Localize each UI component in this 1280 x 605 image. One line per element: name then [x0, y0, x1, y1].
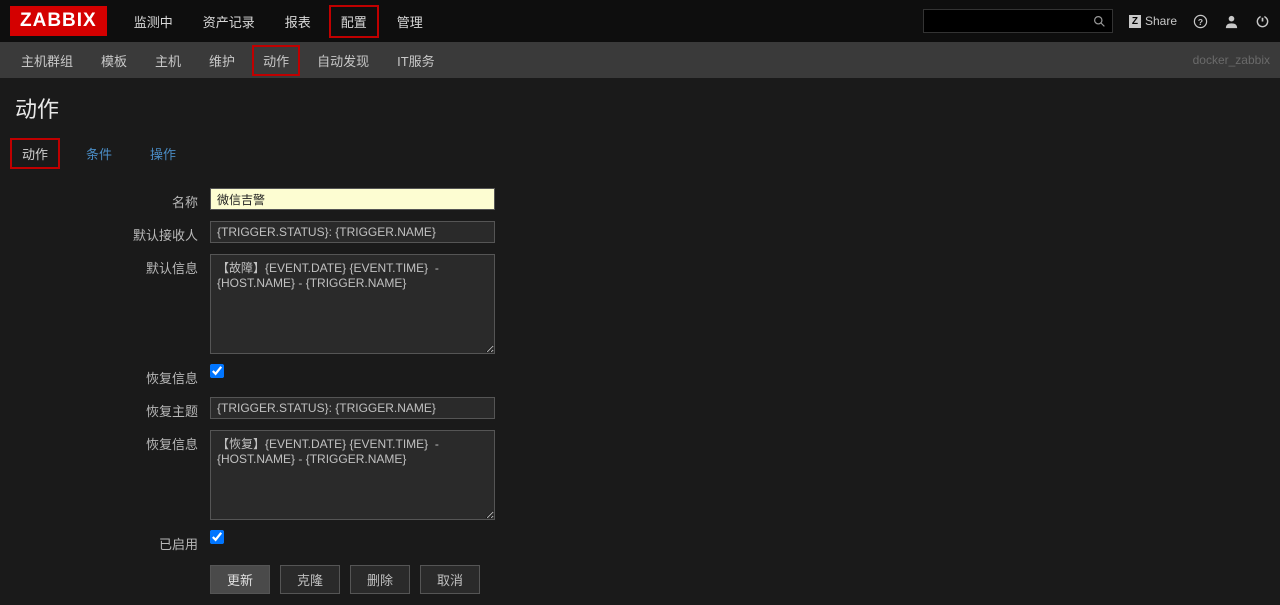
row-name: 名称	[0, 188, 1280, 211]
search-icon	[1093, 15, 1106, 28]
hostname-label: docker_zabbix	[1193, 53, 1270, 67]
row-default-recipient: 默认接收人	[0, 221, 1280, 244]
default-info-textarea[interactable]	[210, 254, 495, 354]
main-nav: ZABBIX 监测中 资产记录 报表 配置 管理 Z Share ?	[0, 0, 1280, 42]
label-enabled: 已启用	[0, 530, 210, 553]
subnav-hosts[interactable]: 主机	[144, 45, 192, 76]
update-button[interactable]: 更新	[210, 565, 270, 594]
subnav-templates[interactable]: 模板	[90, 45, 138, 76]
label-name: 名称	[0, 188, 210, 211]
row-recovery-topic: 恢复主题	[0, 397, 1280, 420]
nav-reports[interactable]: 报表	[273, 5, 323, 38]
nav-inventory[interactable]: 资产记录	[191, 5, 267, 38]
share-label: Share	[1145, 14, 1177, 28]
enabled-checkbox[interactable]	[210, 530, 224, 544]
delete-button[interactable]: 删除	[350, 565, 410, 594]
nav-right: Z Share ?	[923, 9, 1270, 33]
tab-action[interactable]: 动作	[10, 138, 60, 169]
help-icon[interactable]: ?	[1193, 14, 1208, 29]
page-title: 动作	[0, 78, 1280, 138]
nav-configuration[interactable]: 配置	[329, 5, 379, 38]
svg-text:?: ?	[1198, 16, 1203, 26]
nav-administration[interactable]: 管理	[385, 5, 435, 38]
form-tabs: 动作 条件 操作	[0, 138, 1280, 170]
main-nav-items: 监测中 资产记录 报表 配置 管理	[122, 5, 923, 38]
row-recovery-info-text: 恢复信息	[0, 430, 1280, 520]
tab-conditions[interactable]: 条件	[74, 138, 124, 169]
power-icon[interactable]	[1255, 14, 1270, 29]
recovery-info-checkbox[interactable]	[210, 364, 224, 378]
subnav-actions[interactable]: 动作	[252, 45, 300, 76]
zabbix-logo[interactable]: ZABBIX	[10, 6, 107, 36]
subnav-itservices[interactable]: IT服务	[386, 45, 446, 76]
row-default-info: 默认信息	[0, 254, 1280, 354]
row-recovery-info-checkbox: 恢复信息	[0, 364, 1280, 387]
user-icon[interactable]	[1224, 14, 1239, 29]
label-recovery-info: 恢复信息	[0, 364, 210, 387]
label-default-recipient: 默认接收人	[0, 221, 210, 244]
clone-button[interactable]: 克隆	[280, 565, 340, 594]
sub-nav: 主机群组 模板 主机 维护 动作 自动发现 IT服务 docker_zabbix	[0, 42, 1280, 78]
subnav-maintenance[interactable]: 维护	[198, 45, 246, 76]
action-form: 名称 默认接收人 默认信息 恢复信息 恢复主题 恢复信息 已启用 更新 克隆 删…	[0, 170, 1280, 594]
label-recovery-topic: 恢复主题	[0, 397, 210, 420]
recovery-info-textarea[interactable]	[210, 430, 495, 520]
row-enabled: 已启用	[0, 530, 1280, 553]
tab-operations[interactable]: 操作	[138, 138, 188, 169]
name-input[interactable]	[210, 188, 495, 210]
cancel-button[interactable]: 取消	[420, 565, 480, 594]
share-z-icon: Z	[1129, 15, 1141, 28]
default-recipient-input[interactable]	[210, 221, 495, 243]
subnav-discovery[interactable]: 自动发现	[306, 45, 380, 76]
search-input[interactable]	[923, 9, 1113, 33]
subnav-hostgroups[interactable]: 主机群组	[10, 45, 84, 76]
label-recovery-info-text: 恢复信息	[0, 430, 210, 453]
sub-nav-items: 主机群组 模板 主机 维护 动作 自动发现 IT服务	[10, 45, 1193, 76]
nav-monitoring[interactable]: 监测中	[122, 5, 185, 38]
label-default-info: 默认信息	[0, 254, 210, 277]
recovery-topic-input[interactable]	[210, 397, 495, 419]
share-button[interactable]: Z Share	[1129, 14, 1177, 28]
button-row: 更新 克隆 删除 取消	[210, 565, 1280, 594]
